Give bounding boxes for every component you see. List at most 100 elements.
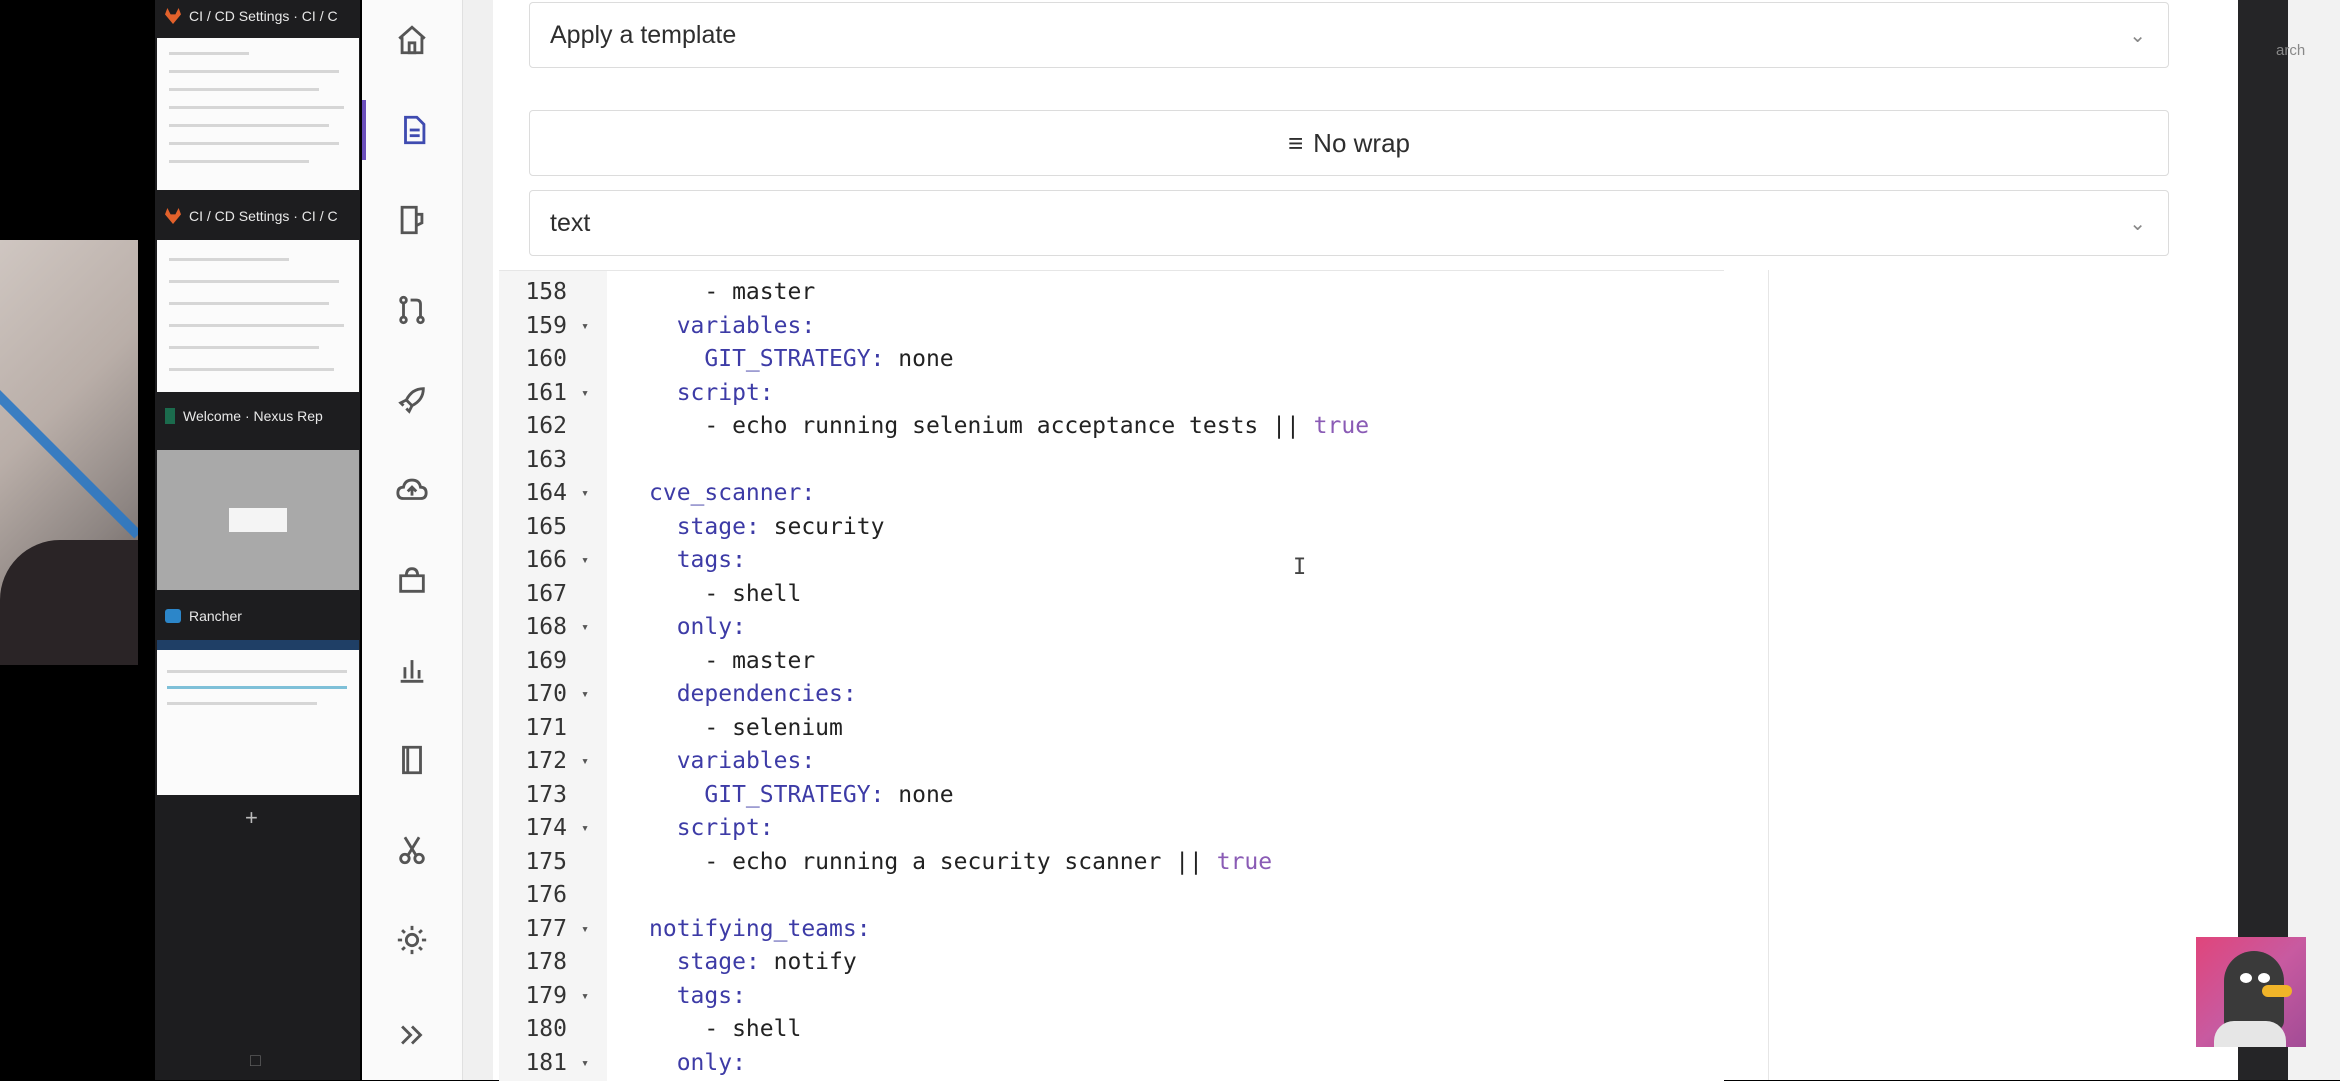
code-line: tags: xyxy=(649,547,746,573)
issues-icon[interactable] xyxy=(362,190,462,250)
gitlab-icon xyxy=(165,208,181,224)
package-icon[interactable] xyxy=(362,550,462,610)
fold-toggle-icon[interactable]: ▾ xyxy=(581,754,589,769)
line-number-text: 177 xyxy=(525,915,567,942)
gitlab-icon xyxy=(165,8,181,24)
code-line-text: tags: xyxy=(676,547,746,573)
window-thumbnail xyxy=(157,640,359,795)
line-number-text: 169 xyxy=(525,647,567,674)
cloud-icon[interactable] xyxy=(362,460,462,520)
line-number-text: 171 xyxy=(525,714,567,741)
mode-dropdown[interactable]: text ⌄ xyxy=(529,190,2169,256)
switcher-window-rancher[interactable]: Rancher xyxy=(155,600,360,800)
fold-toggle-icon[interactable]: ▾ xyxy=(581,553,589,568)
scissors-icon[interactable] xyxy=(362,820,462,880)
fold-toggle-icon[interactable]: ▾ xyxy=(581,687,589,702)
code-line-text: stage: security xyxy=(676,513,885,540)
fold-toggle-icon[interactable]: ▾ xyxy=(581,1056,589,1071)
code-line-text: stage: notify xyxy=(676,949,857,975)
window-thumbnail xyxy=(157,38,359,190)
line-number-text: 159 xyxy=(525,312,567,339)
line-number-text: 160 xyxy=(525,346,567,372)
book-icon[interactable] xyxy=(362,730,462,790)
code-line: GIT_STRATEGY: none xyxy=(649,346,954,372)
rocket-icon[interactable] xyxy=(362,370,462,430)
home-icon[interactable] xyxy=(362,10,462,70)
line-number-text: 181 xyxy=(525,1049,567,1076)
merge-request-icon[interactable] xyxy=(362,280,462,340)
search-fragment: arch xyxy=(2276,42,2306,59)
code-line: - echo running a security scanner || tru… xyxy=(649,849,1272,875)
line-number-text: 164 xyxy=(525,480,567,506)
penguin-avatar xyxy=(2196,937,2306,1047)
no-wrap-label: No wrap xyxy=(1313,127,1410,158)
code-line: - selenium xyxy=(649,715,843,741)
code-line: GIT_STRATEGY: none xyxy=(649,781,954,808)
code-line-text: variables: xyxy=(676,312,816,339)
code-line: stage: security xyxy=(649,513,885,540)
fold-toggle-icon[interactable]: ▾ xyxy=(581,821,589,836)
line-number-text: 173 xyxy=(525,781,567,808)
fold-toggle-icon[interactable]: ▾ xyxy=(581,319,589,334)
code-line-text: tags: xyxy=(676,982,746,1009)
background-window xyxy=(2288,0,2340,1080)
switcher-window-gitlab-1[interactable]: CI / CD Settings · CI / C xyxy=(155,0,360,195)
webcam-feed xyxy=(0,240,138,665)
code-line-text: GIT_STRATEGY: none xyxy=(704,346,954,372)
code-line-text: notifying_teams: xyxy=(649,915,871,942)
chevron-down-icon: ⌄ xyxy=(2129,213,2146,235)
code-line: variables: xyxy=(649,748,815,774)
line-number-text: 163 xyxy=(525,446,567,473)
window-title: Rancher xyxy=(189,608,242,624)
code-line: stage: notify xyxy=(649,949,857,975)
trash-icon[interactable]: □ xyxy=(250,1050,261,1071)
line-number-text: 179 xyxy=(525,982,567,1009)
template-dropdown[interactable]: Apply a template ⌄ xyxy=(529,2,2169,68)
code-line-text: GIT_STRATEGY: none xyxy=(704,781,954,808)
template-dropdown-label: Apply a template xyxy=(550,20,737,49)
rancher-icon xyxy=(165,609,181,623)
code-line: cve_scanner: xyxy=(649,480,815,506)
chart-icon[interactable] xyxy=(362,640,462,700)
code-line-text: script: xyxy=(676,815,774,841)
line-number-text: 161 xyxy=(525,379,567,406)
code-line-text: - shell xyxy=(649,1016,802,1042)
window-title: Welcome · Nexus Rep xyxy=(183,408,323,424)
code-line-text: - master xyxy=(649,279,816,305)
text-cursor-icon: I xyxy=(1293,555,1307,580)
line-number-text: 175 xyxy=(525,848,567,875)
line-number-text: 167 xyxy=(525,580,567,607)
code-line: - master xyxy=(649,279,815,305)
line-number-text: 158 xyxy=(525,279,567,305)
fold-toggle-icon[interactable]: ▾ xyxy=(581,620,589,635)
mode-dropdown-label: text xyxy=(550,208,591,237)
switcher-window-gitlab-2[interactable]: CI / CD Settings · CI / C xyxy=(155,200,360,395)
file-icon[interactable] xyxy=(362,100,462,160)
gear-icon[interactable] xyxy=(362,910,462,970)
code-line: variables: xyxy=(649,313,815,339)
nexus-icon xyxy=(165,408,175,424)
no-wrap-button[interactable]: ≡ No wrap xyxy=(529,110,2169,176)
fold-toggle-icon[interactable]: ▾ xyxy=(581,386,589,401)
code-line: - shell xyxy=(649,1016,801,1042)
code-line: notifying_teams: xyxy=(649,916,871,942)
fold-toggle-icon[interactable]: ▾ xyxy=(581,989,589,1004)
code-line-text: - master xyxy=(649,647,816,674)
line-number-text: 170 xyxy=(525,681,567,707)
editor-panel: Apply a template ⌄ ≡ No wrap text ⌄ 158 … xyxy=(463,0,2239,1081)
switcher-window-nexus[interactable]: Welcome · Nexus Rep xyxy=(155,400,360,595)
project-sidebar xyxy=(362,0,463,1080)
code-line-text: - echo running selenium acceptance tests… xyxy=(649,413,1370,439)
line-number-text: 162 xyxy=(525,413,567,439)
code-line-text: only: xyxy=(676,614,746,640)
code-line: script: xyxy=(649,380,774,406)
expand-icon[interactable] xyxy=(362,1005,462,1065)
code-line: only: xyxy=(649,1050,746,1076)
fold-toggle-icon[interactable]: ▾ xyxy=(581,486,589,501)
fold-toggle-icon[interactable]: ▾ xyxy=(581,922,589,937)
window-thumbnail xyxy=(157,450,359,590)
add-desktop-button[interactable]: + xyxy=(245,805,258,831)
code-line: only: xyxy=(649,614,746,640)
code-line-text: script: xyxy=(676,379,774,406)
code-editor[interactable]: 158 - master 159 ▾ variables: 160 GIT_STRAT… xyxy=(499,270,1724,1081)
